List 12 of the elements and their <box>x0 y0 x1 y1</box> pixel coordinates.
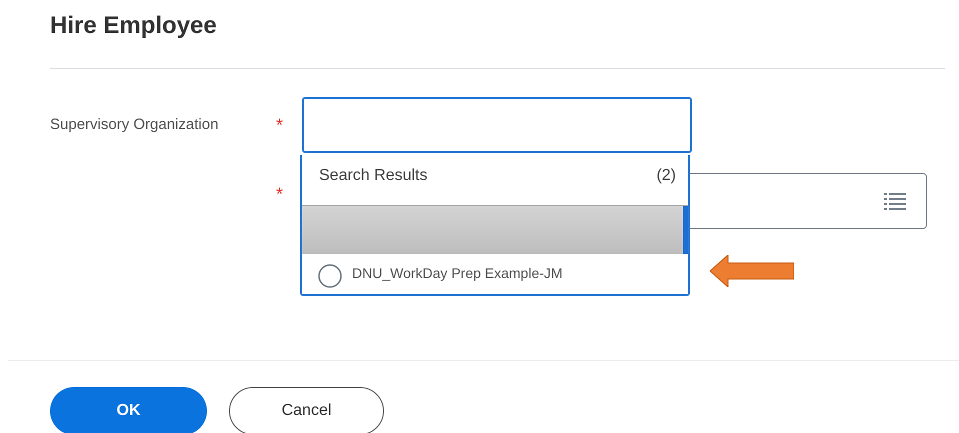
list-icon[interactable] <box>884 192 906 210</box>
result-count: (2) <box>656 167 676 186</box>
required-mark: * <box>276 114 284 137</box>
search-field[interactable] <box>302 97 692 153</box>
field-label: Supervisory Organization <box>49 115 220 135</box>
radio-button[interactable] <box>318 264 342 288</box>
cancel-button[interactable]: Cancel <box>229 387 384 433</box>
ok-button[interactable]: OK <box>50 387 207 433</box>
dropdown-heading: Search Results <box>319 167 428 186</box>
page-title: Hire Employee <box>49 11 218 41</box>
required-mark: * <box>276 183 284 205</box>
arrow-icon <box>710 255 794 287</box>
